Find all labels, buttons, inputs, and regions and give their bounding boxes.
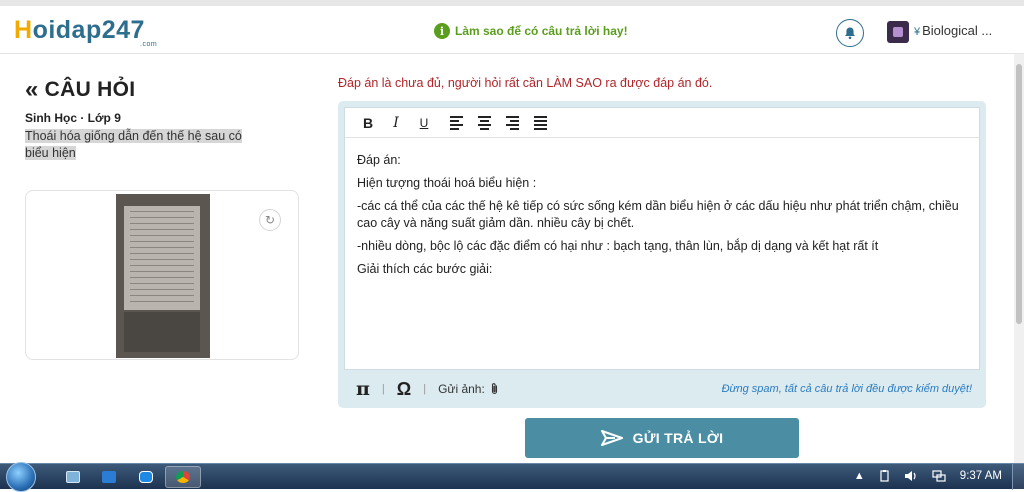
align-right-button[interactable] xyxy=(501,112,523,134)
answer-line: -các cá thể của các thế hệ kê tiếp có sứ… xyxy=(357,199,959,230)
tray-expand-icon[interactable]: ▲ xyxy=(854,470,865,482)
question-photo[interactable] xyxy=(116,194,210,358)
volume-icon[interactable] xyxy=(904,470,918,482)
user-name: Biological ... xyxy=(922,23,993,38)
site-logo[interactable]: Hoidap247 .com xyxy=(14,16,157,48)
bold-button[interactable]: B xyxy=(357,112,379,134)
taskbar-camera[interactable] xyxy=(91,466,127,488)
clock[interactable]: 9:37 AM xyxy=(960,470,1002,482)
chevron-down-icon: ¥ xyxy=(914,26,921,38)
submit-answer-button[interactable]: GỬI TRẢ LỜI xyxy=(525,418,799,458)
computer-icon xyxy=(66,471,80,483)
align-center-button[interactable] xyxy=(473,112,495,134)
question-text: Thoái hóa giống dẫn đến thế hệ sau có bi… xyxy=(25,129,242,160)
rotate-icon[interactable]: ↻ xyxy=(259,209,281,231)
bell-icon xyxy=(845,27,855,40)
taskbar-explorer[interactable] xyxy=(55,466,91,488)
answer-line: Giải thích các bước giải: xyxy=(357,262,493,276)
answer-line: Đáp án: xyxy=(357,153,401,167)
site-header: Hoidap247 .com i Làm sao để có câu trả l… xyxy=(0,6,1024,54)
page-title: « CÂU HỎI xyxy=(25,78,305,102)
align-center-icon xyxy=(477,115,491,130)
attach-image-label: Gửi ảnh: xyxy=(438,382,485,396)
submit-label: GỬI TRẢ LỜI xyxy=(632,430,724,446)
align-left-icon xyxy=(449,115,463,130)
answer-tips-label: Làm sao để có câu trả lời hay! xyxy=(455,24,628,38)
spam-warning: Đừng spam, tất cả câu trả lời đều được k… xyxy=(721,383,972,395)
answer-editor: B I U Đáp án: Hiện tượng thoái hoá biểu … xyxy=(338,101,986,408)
attach-image-button[interactable]: Gửi ảnh: xyxy=(438,382,499,396)
windows-taskbar: ▲ 9:37 AM xyxy=(0,462,1024,492)
start-button[interactable] xyxy=(6,462,36,492)
editor-box[interactable]: B I U Đáp án: Hiện tượng thoái hoá biểu … xyxy=(344,107,980,370)
editor-toolbar: B I U xyxy=(345,108,979,138)
scrollbar-thumb[interactable] xyxy=(1016,64,1022,324)
chrome-icon xyxy=(176,471,190,483)
info-icon: i xyxy=(434,23,450,39)
special-character-button[interactable]: Ω xyxy=(397,379,411,400)
video-icon xyxy=(102,471,116,483)
editor-footer: π | Ω | Gửi ảnh: Đừng spam, tất cả câu t… xyxy=(356,378,972,400)
align-right-icon xyxy=(505,115,519,130)
photo-paper xyxy=(124,206,200,310)
paperclip-icon xyxy=(491,383,497,395)
zalo-icon xyxy=(139,471,153,483)
question-subject[interactable]: Sinh Học · Lớp 9 xyxy=(25,111,305,125)
question-panel: « CÂU HỎI Sinh Học · Lớp 9 Thoái hóa giố… xyxy=(25,78,305,162)
system-tray: ▲ 9:37 AM xyxy=(854,470,1002,482)
page-scrollbar[interactable] xyxy=(1014,54,1024,463)
answer-line: Hiện tượng thoái hoá biểu hiện : xyxy=(357,176,537,190)
answer-line: -nhiều dòng, bộc lộ các đặc điểm có hại … xyxy=(357,239,879,253)
network-icon[interactable] xyxy=(932,470,946,482)
align-justify-button[interactable] xyxy=(529,112,551,134)
underline-button[interactable]: U xyxy=(413,112,435,134)
answer-notice: Đáp án là chưa đủ, người hỏi rất cần LÀM… xyxy=(338,76,713,90)
answer-text-area[interactable]: Đáp án: Hiện tượng thoái hoá biểu hiện :… xyxy=(345,138,979,278)
math-formula-button[interactable]: π xyxy=(356,378,370,400)
question-heading: CÂU HỎI xyxy=(44,78,136,101)
taskbar-zalo[interactable] xyxy=(128,466,164,488)
user-menu[interactable]: ¥ Biological ... xyxy=(914,23,992,38)
align-justify-icon xyxy=(533,115,547,130)
question-image-card: ↻ xyxy=(25,190,299,360)
align-left-button[interactable] xyxy=(445,112,467,134)
show-desktop-button[interactable] xyxy=(1012,464,1024,490)
notification-button[interactable] xyxy=(836,19,864,47)
answer-tips-link[interactable]: i Làm sao để có câu trả lời hay! xyxy=(434,23,628,39)
avatar[interactable] xyxy=(887,21,909,43)
send-icon xyxy=(600,430,623,446)
italic-button[interactable]: I xyxy=(385,112,407,134)
taskbar-chrome[interactable] xyxy=(165,466,201,488)
back-arrow-icon[interactable]: « xyxy=(25,78,39,102)
power-icon[interactable] xyxy=(879,470,890,482)
